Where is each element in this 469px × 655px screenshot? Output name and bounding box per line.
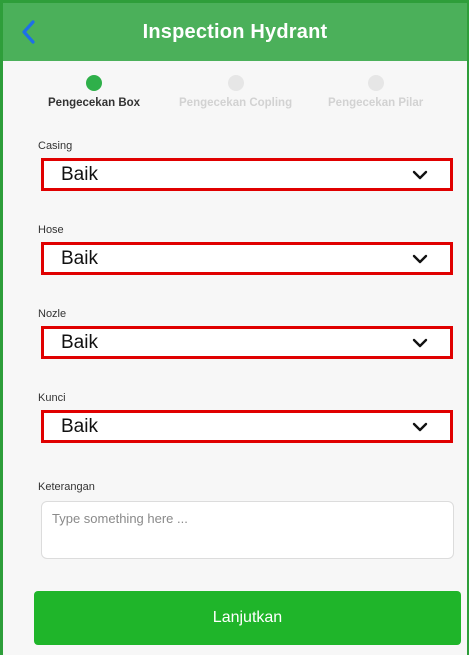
- kunci-value: Baik: [61, 415, 98, 437]
- step-pengecekan-box[interactable]: Pengecekan Box: [48, 75, 140, 109]
- chevron-down-icon: [412, 253, 428, 265]
- step-label: Pengecekan Box: [48, 97, 141, 109]
- keterangan-textarea[interactable]: [41, 501, 454, 559]
- step-dot-active: [86, 75, 103, 91]
- hose-value: Baik: [61, 247, 98, 269]
- lanjutkan-button[interactable]: Lanjutkan: [34, 591, 461, 645]
- kunci-select[interactable]: Baik: [41, 410, 453, 443]
- chevron-down-icon: [412, 337, 428, 349]
- back-button[interactable]: [11, 13, 45, 51]
- hose-select[interactable]: Baik: [41, 242, 453, 275]
- step-label: Pengecekan Copling: [179, 97, 293, 109]
- step-dot-inactive: [367, 75, 384, 91]
- step-pengecekan-copling[interactable]: Pengecekan Copling: [179, 75, 292, 109]
- app-header: Inspection Hydrant: [3, 3, 467, 61]
- step-dot-inactive: [227, 75, 244, 91]
- step-indicator: Pengecekan Box Pengecekan Copling Pengec…: [3, 75, 467, 125]
- app-screen: Inspection Hydrant Pengecekan Box Pengec…: [0, 0, 469, 655]
- chevron-left-icon: [22, 20, 35, 44]
- page-title: Inspection Hydrant: [142, 20, 328, 43]
- nozle-value: Baik: [61, 331, 98, 353]
- nozle-select[interactable]: Baik: [41, 326, 453, 359]
- chevron-down-icon: [412, 169, 428, 181]
- casing-label: Casing: [38, 140, 73, 152]
- keterangan-label: Keterangan: [38, 481, 95, 493]
- casing-select[interactable]: Baik: [41, 158, 453, 191]
- chevron-down-icon: [412, 421, 428, 433]
- step-label: Pengecekan Pilar: [328, 97, 424, 109]
- casing-value: Baik: [61, 163, 98, 185]
- hose-label: Hose: [38, 224, 64, 236]
- step-pengecekan-pilar[interactable]: Pengecekan Pilar: [328, 75, 423, 109]
- kunci-label: Kunci: [38, 392, 66, 404]
- nozle-label: Nozle: [38, 308, 67, 320]
